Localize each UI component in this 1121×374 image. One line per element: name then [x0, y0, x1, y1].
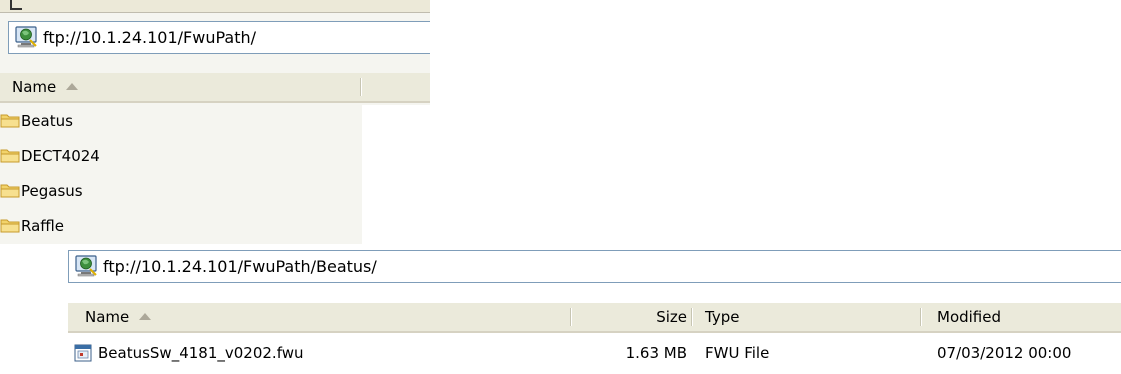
sort-ascending-icon — [66, 83, 79, 90]
list-item-beatus[interactable]: Beatus — [0, 110, 73, 132]
column-divider[interactable] — [360, 78, 362, 96]
column-divider[interactable] — [691, 308, 693, 326]
address-url[interactable]: ftp://10.1.24.101/FwuPath/Beatus/ — [103, 257, 377, 276]
up-arrow-icon[interactable] — [10, 0, 22, 10]
file-size: 1.63 MB — [625, 344, 687, 362]
ftp-globe-icon — [15, 26, 37, 48]
sort-ascending-icon — [139, 313, 152, 320]
column-header-modified[interactable]: Modified — [937, 303, 1001, 331]
table-row[interactable]: BeatusSw_4181_v0202.fwu 1.63 MB FWU File… — [68, 339, 1121, 367]
column-header-bar: Name — [0, 73, 430, 103]
folder-icon — [0, 112, 20, 128]
column-header-type[interactable]: Type — [705, 303, 739, 331]
list-item-pegasus[interactable]: Pegasus — [0, 180, 83, 202]
folder-list: Beatus DECT4024 Pegasus Raffle — [0, 105, 362, 244]
column-header-size[interactable]: Size — [656, 303, 687, 331]
list-item-dect4024[interactable]: DECT4024 — [0, 145, 100, 167]
column-header-name[interactable]: Name — [12, 73, 79, 101]
column-header-bar: Name Size Type Modified — [68, 303, 1121, 333]
file-name: BeatusSw_4181_v0202.fwu — [98, 344, 304, 362]
address-url[interactable]: ftp://10.1.24.101/FwuPath/ — [43, 28, 256, 47]
address-bar[interactable]: ftp://10.1.24.101/FwuPath/Beatus/ — [68, 250, 1121, 283]
toolbar-strip — [0, 0, 430, 13]
fwu-file-icon — [74, 344, 92, 362]
list-item-raffle[interactable]: Raffle — [0, 215, 64, 237]
list-empty-area — [362, 105, 430, 244]
folder-icon — [0, 217, 20, 233]
folder-icon — [0, 182, 20, 198]
explorer-window-fwupath: ftp://10.1.24.101/FwuPath/ Name Beatus D… — [0, 0, 430, 244]
ftp-globe-icon — [75, 255, 97, 277]
address-bar[interactable]: ftp://10.1.24.101/FwuPath/ — [8, 21, 430, 54]
explorer-window-beatus: ftp://10.1.24.101/FwuPath/Beatus/ Name S… — [60, 245, 1121, 374]
folder-icon — [0, 147, 20, 163]
column-divider[interactable] — [570, 308, 572, 326]
file-modified: 07/03/2012 00:00 — [937, 344, 1072, 362]
file-type: FWU File — [705, 344, 770, 362]
column-header-name[interactable]: Name — [85, 303, 152, 331]
column-divider[interactable] — [920, 308, 922, 326]
